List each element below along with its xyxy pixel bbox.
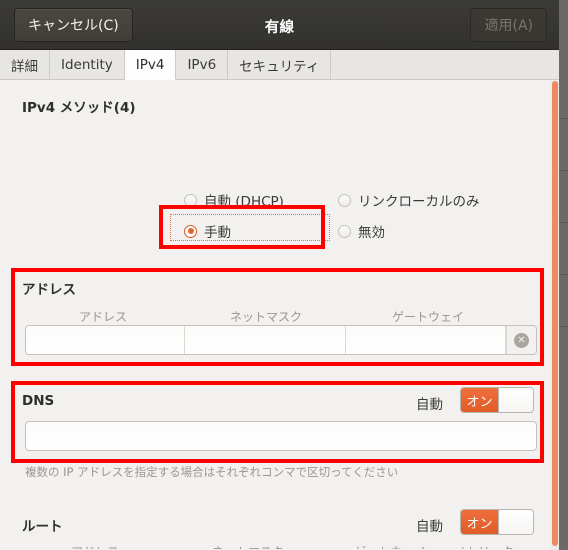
backdrop-divider <box>559 222 568 223</box>
vertical-scrollbar[interactable] <box>551 81 559 550</box>
dns-servers-input[interactable] <box>25 421 537 451</box>
tab-identity[interactable]: Identity <box>50 50 125 79</box>
background-window-backdrop <box>559 0 568 550</box>
radio-label: 自動 (DHCP) <box>204 194 284 210</box>
addresses-column-netmask: ネットマスク <box>229 310 302 324</box>
routes-column-address: アドレス <box>30 543 160 549</box>
netmask-input-0[interactable] <box>185 326 346 354</box>
tab-security[interactable]: セキュリティ <box>228 50 332 79</box>
addresses-column-address: アドレス <box>78 310 127 324</box>
radio-dot-icon <box>338 224 351 238</box>
delete-address-row-button[interactable]: ✕ <box>506 326 536 354</box>
toggle-knob <box>499 388 533 412</box>
routes-column-netmask: ネットマスク <box>178 543 318 549</box>
dialog-header-bar: キャンセル(C) 有線 適用(A) <box>0 0 559 50</box>
radio-dot-icon <box>184 193 197 207</box>
backdrop-divider <box>559 326 568 327</box>
radio-ipv4-method-disabled[interactable]: 無効 <box>338 221 385 241</box>
radio-ipv4-method-manual[interactable]: 手動 <box>184 221 231 241</box>
routes-column-metric: メトリック <box>434 543 534 549</box>
address-row-0: ✕ <box>25 325 537 355</box>
ipv4-method-label: IPv4 メソッド(4) <box>22 100 136 116</box>
backdrop-divider <box>559 170 568 171</box>
radio-label: 無効 <box>358 225 385 241</box>
radio-ipv4-method-link-local-only[interactable]: リンクローカルのみ <box>338 190 480 210</box>
tab-ipv6[interactable]: IPv6 <box>176 50 229 79</box>
close-icon: ✕ <box>514 332 529 348</box>
radio-ipv4-method-automatic-dhcp[interactable]: 自動 (DHCP) <box>184 190 284 210</box>
radio-dot-icon <box>184 224 197 238</box>
routes-auto-label: 自動 <box>416 519 443 535</box>
dns-section-title: DNS <box>22 393 55 409</box>
network-connection-dialog: キャンセル(C) 有線 適用(A) 詳細 Identity IPv4 IPv6 … <box>0 0 559 550</box>
dns-auto-toggle[interactable]: オン <box>460 387 534 413</box>
tab-bar-filler <box>331 50 559 79</box>
scrollbar-thumb[interactable] <box>552 81 558 546</box>
radio-label: リンクローカルのみ <box>358 194 480 210</box>
tab-bar: 詳細 Identity IPv4 IPv6 セキュリティ <box>0 50 559 80</box>
gateway-input-0[interactable] <box>346 326 506 354</box>
tab-details[interactable]: 詳細 <box>0 50 50 79</box>
routes-toggle-state-label: オン <box>461 510 499 534</box>
routes-section-title: ルート <box>22 519 63 535</box>
tab-ipv4[interactable]: IPv4 <box>124 50 177 80</box>
addresses-column-gateway: ゲートウェイ <box>391 310 464 324</box>
ipv4-settings-panel: IPv4 メソッド(4) 自動 (DHCP) 手動 リンクローカルのみ 無効 ア… <box>0 80 559 549</box>
address-input-0[interactable] <box>26 326 185 354</box>
addresses-section-title: アドレス <box>22 282 76 298</box>
routes-auto-toggle[interactable]: オン <box>460 509 534 535</box>
toggle-knob <box>499 510 533 534</box>
apply-button[interactable]: 適用(A) <box>470 8 547 42</box>
radio-label: 手動 <box>204 225 231 241</box>
dns-toggle-state-label: オン <box>461 388 499 412</box>
dns-hint-text: 複数の IP アドレスを指定する場合はそれぞれコンマで区切ってください <box>25 465 399 479</box>
backdrop-divider <box>559 274 568 275</box>
backdrop-divider <box>559 118 568 119</box>
dns-auto-label: 自動 <box>416 397 443 413</box>
radio-dot-icon <box>338 193 351 207</box>
